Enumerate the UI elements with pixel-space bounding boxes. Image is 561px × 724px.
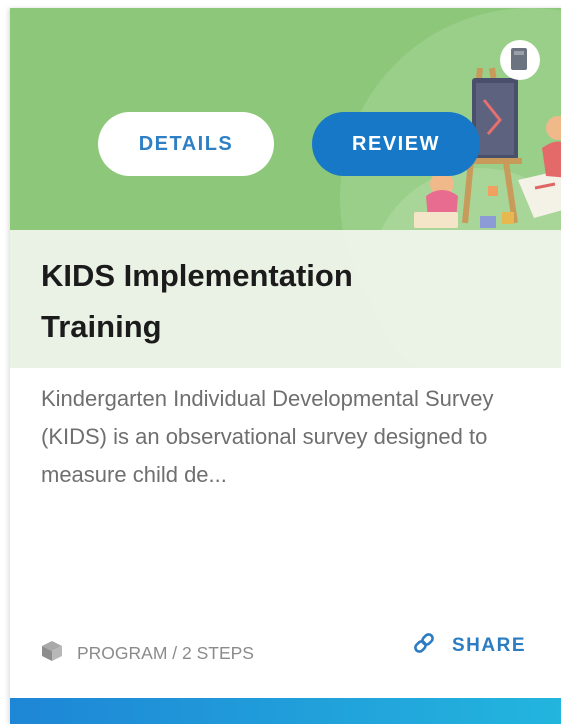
- share-button[interactable]: SHARE: [412, 631, 526, 660]
- card-bottom-bar: [10, 698, 561, 724]
- review-button[interactable]: REVIEW: [312, 112, 480, 176]
- cube-icon: [41, 640, 63, 667]
- card-hero-image: DETAILS REVIEW KIDS Implementation Train…: [10, 8, 561, 368]
- link-icon: [412, 631, 436, 660]
- course-title: KIDS Implementation Training: [41, 258, 353, 344]
- program-steps-label: PROGRAM / 2 STEPS: [77, 643, 254, 663]
- course-card[interactable]: DETAILS REVIEW KIDS Implementation Train…: [10, 8, 561, 724]
- program-meta: PROGRAM / 2 STEPS: [41, 640, 254, 667]
- course-description: Kindergarten Individual Developmental Su…: [41, 386, 494, 487]
- details-button[interactable]: DETAILS: [98, 112, 274, 176]
- share-label: SHARE: [452, 634, 527, 656]
